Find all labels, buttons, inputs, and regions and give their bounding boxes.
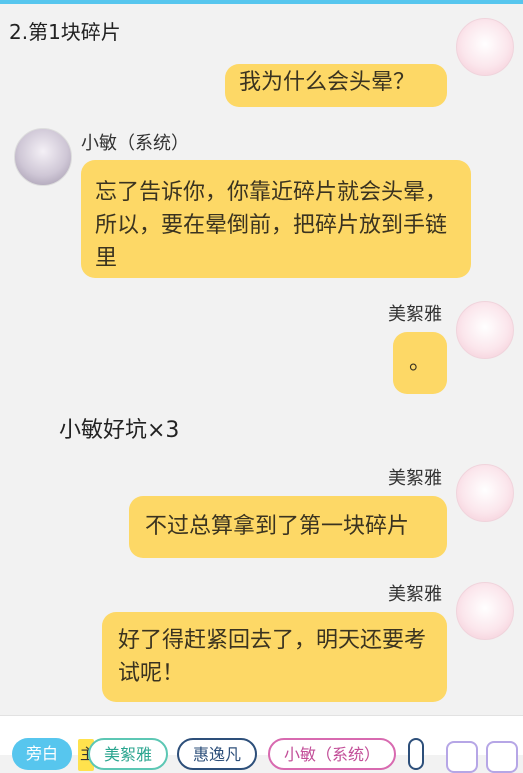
sender-name: 美絮雅 xyxy=(388,468,442,489)
narration-text: 小敏好坑×3 xyxy=(59,418,180,443)
chapter-title: 2.第1块碎片 xyxy=(9,20,121,44)
role-selector-bar: 旁白 主 美絮雅 惠逸凡 小敏（系统） xyxy=(0,715,523,773)
sender-name: 美絮雅 xyxy=(388,304,442,325)
settings-icon[interactable] xyxy=(486,741,518,773)
sender-name: 小敏（系统） xyxy=(81,133,189,154)
role-chip-meixuya[interactable]: 美絮雅 xyxy=(88,738,169,770)
role-chip-partial[interactable] xyxy=(408,738,424,770)
role-chip-narrator[interactable]: 旁白 xyxy=(12,738,73,770)
chip-label: 惠逸凡 xyxy=(193,745,242,764)
chip-label: 美絮雅 xyxy=(104,745,153,764)
chat-bubble-right: 我为什么会头晕？ xyxy=(225,64,447,107)
chat-bubble-right: 。 xyxy=(393,332,447,394)
message-text: 不过总算拿到了第一块碎片 xyxy=(145,514,410,539)
avatar-meixuya[interactable] xyxy=(456,301,514,359)
message-text: 。 xyxy=(408,350,431,375)
message-text: 我为什么会头晕？ xyxy=(239,70,416,95)
chat-bubble-right: 不过总算拿到了第一块碎片 xyxy=(129,496,447,558)
role-chip-xiaomin-system[interactable]: 小敏（系统） xyxy=(268,738,397,770)
role-chip-huiyifan[interactable]: 惠逸凡 xyxy=(177,738,258,770)
avatar-meixuya[interactable] xyxy=(456,582,514,640)
chat-bubble-right: 好了得赶紧回去了，明天还要考试呢！ xyxy=(102,612,447,702)
top-accent-bar xyxy=(0,0,523,4)
sender-name: 美絮雅 xyxy=(388,584,442,605)
avatar-meixuya[interactable] xyxy=(456,464,514,522)
add-role-icon[interactable] xyxy=(446,741,478,773)
chip-label: 小敏（系统） xyxy=(284,745,381,764)
message-text: 好了得赶紧回去了，明天还要考试呢！ xyxy=(118,628,427,686)
avatar-meixuya[interactable] xyxy=(456,18,514,76)
chat-bubble-left: 忘了告诉你，你靠近碎片就会头晕，所以，要在晕倒前，把碎片放到手链里 xyxy=(81,160,471,278)
avatar-xiaomin-system[interactable] xyxy=(14,128,72,186)
message-text: 忘了告诉你，你靠近碎片就会头晕，所以，要在晕倒前，把碎片放到手链里 xyxy=(95,180,448,271)
